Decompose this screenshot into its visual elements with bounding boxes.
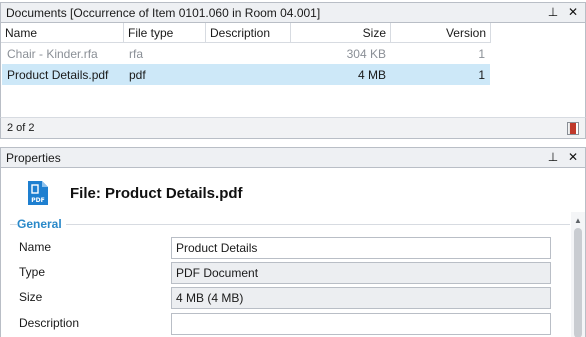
pdf-file-icon: PDF bbox=[28, 181, 48, 205]
cell-name: Product Details.pdf bbox=[7, 67, 109, 82]
cell-file-type: pdf bbox=[129, 67, 146, 82]
properties-scrollbar[interactable]: ▲ bbox=[571, 212, 585, 337]
cell-size: 304 KB bbox=[346, 46, 386, 61]
group-title-general[interactable]: General bbox=[17, 217, 66, 231]
scroll-up-icon[interactable]: ▲ bbox=[571, 214, 585, 226]
cell-version: 1 bbox=[478, 46, 485, 61]
documents-status-bar: 2 of 2 bbox=[0, 117, 586, 139]
table-row[interactable]: Chair - Kinder.rfa rfa 304 KB 1 bbox=[2, 43, 490, 64]
pin-icon[interactable]: ⊥ bbox=[547, 5, 559, 19]
close-icon[interactable]: ✕ bbox=[567, 150, 579, 164]
description-field[interactable] bbox=[171, 313, 551, 335]
column-header-file-type[interactable]: File type bbox=[124, 23, 206, 43]
close-icon[interactable]: ✕ bbox=[567, 5, 579, 19]
label-description: Description bbox=[19, 316, 80, 330]
label-type: Type bbox=[19, 265, 46, 279]
group-divider bbox=[10, 224, 570, 225]
book-icon[interactable] bbox=[567, 122, 579, 135]
type-field: PDF Document bbox=[171, 262, 551, 284]
column-header-description[interactable]: Description bbox=[206, 23, 291, 43]
column-header-size[interactable]: Size bbox=[291, 23, 391, 43]
column-header-version[interactable]: Version bbox=[391, 23, 491, 43]
cell-size: 4 MB bbox=[357, 67, 386, 82]
cell-file-type: rfa bbox=[129, 46, 144, 61]
cell-description bbox=[206, 64, 291, 85]
properties-pane-header: Properties ⊥ ✕ bbox=[0, 147, 586, 168]
cell-version: 1 bbox=[478, 67, 485, 82]
size-field: 4 MB (4 MB) bbox=[171, 287, 551, 309]
documents-pane-title: Documents [Occurrence of Item 0101.060 i… bbox=[6, 5, 321, 20]
properties-pane-title: Properties bbox=[6, 150, 61, 165]
cell-name: Chair - Kinder.rfa bbox=[7, 46, 98, 61]
scrollbar-thumb[interactable] bbox=[574, 228, 582, 337]
record-count: 2 of 2 bbox=[7, 122, 35, 134]
cell-description bbox=[206, 43, 291, 64]
file-title: File: Product Details.pdf bbox=[70, 185, 243, 202]
name-field[interactable]: Product Details bbox=[171, 237, 551, 259]
label-size: Size bbox=[19, 290, 43, 304]
pin-icon[interactable]: ⊥ bbox=[547, 150, 559, 164]
properties-panel: PDF File: Product Details.pdf General Na… bbox=[0, 168, 586, 337]
column-header-name[interactable]: Name bbox=[1, 23, 124, 43]
table-row-selected[interactable]: Product Details.pdf pdf 4 MB 1 bbox=[2, 64, 490, 85]
label-name: Name bbox=[19, 240, 52, 254]
documents-pane-header: Documents [Occurrence of Item 0101.060 i… bbox=[0, 2, 586, 23]
pdf-icon-label: PDF bbox=[31, 197, 44, 204]
